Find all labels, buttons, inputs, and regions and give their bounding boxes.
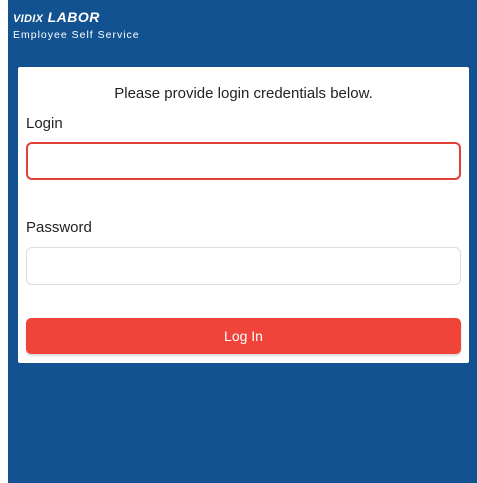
log-in-button[interactable]: Log In [26, 318, 461, 354]
login-input[interactable] [26, 142, 461, 180]
vidix-labor-logo: VIDIX LABOR [13, 9, 140, 27]
logo-text-labor: LABOR [47, 9, 100, 25]
logo-text-vidix: VIDIX [13, 13, 44, 25]
app-frame: VIDIX LABOR Employee Self Service Please… [8, 0, 477, 483]
login-prompt: Please provide login credentials below. [114, 85, 373, 102]
login-label: Login [26, 115, 63, 132]
brand-header: VIDIX LABOR Employee Self Service [13, 9, 140, 41]
password-label: Password [26, 219, 92, 236]
login-card: Please provide login credentials below. … [18, 67, 469, 363]
app-subtitle: Employee Self Service [13, 29, 140, 41]
password-input[interactable] [26, 247, 461, 285]
